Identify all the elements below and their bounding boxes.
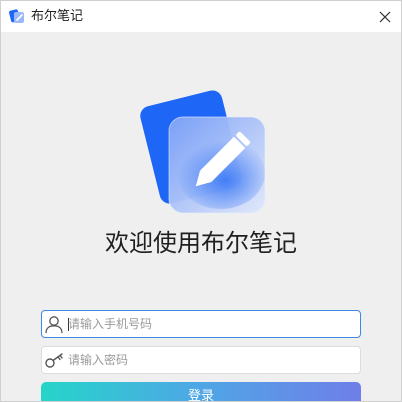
login-window: 布尔笔记 欢迎使用布尔笔记 请输入手机号码 登录 [0,0,402,402]
pen-card-logo [140,90,266,214]
phone-input[interactable] [68,311,356,337]
close-button[interactable] [369,1,401,32]
title-bar: 布尔笔记 [1,1,401,32]
close-icon [379,11,391,22]
login-button[interactable]: 登录 [41,382,361,401]
window-title: 布尔笔记 [31,9,84,24]
welcome-heading: 欢迎使用布尔笔记 [105,229,297,257]
key-icon [45,353,63,368]
password-field[interactable] [41,346,361,374]
user-icon [45,316,63,334]
phone-field[interactable] [41,310,361,338]
notebook-pen-icon [9,9,24,23]
password-input[interactable] [68,347,356,373]
